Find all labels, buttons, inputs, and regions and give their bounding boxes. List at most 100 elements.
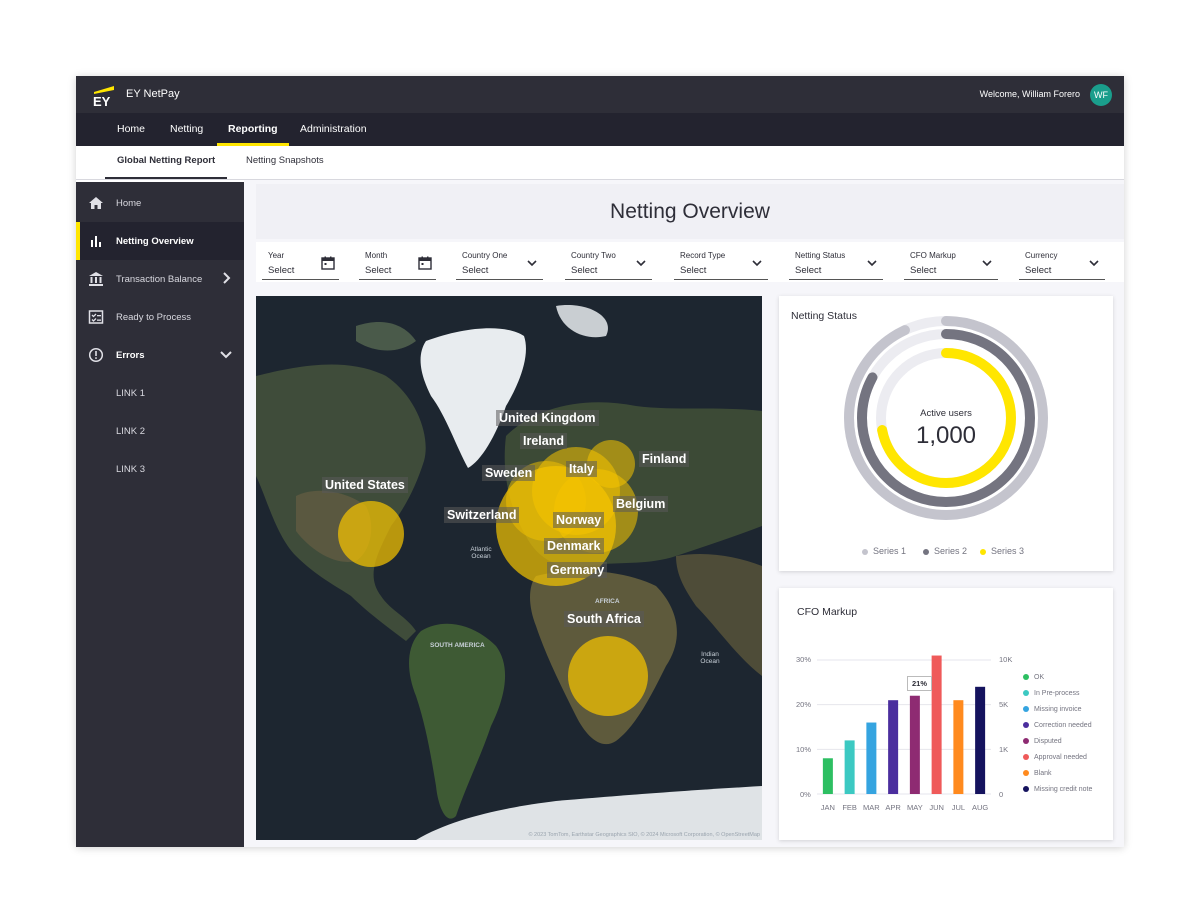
legend-item: Missing credit note	[1023, 786, 1092, 793]
y-tick-left: 20%	[796, 700, 812, 709]
filter-currency[interactable]: Currency Select	[1019, 248, 1105, 280]
nav-home[interactable]: Home	[117, 113, 145, 146]
map-region-label: Atlantic Ocean	[470, 546, 492, 560]
map-region-label: AFRICA	[595, 598, 620, 605]
y-tick-left: 30%	[796, 655, 812, 664]
cfo-markup-chart: JAN FEB MAR APR MAY JUN JUL AUG	[817, 655, 991, 812]
page-title: Netting Overview	[610, 200, 770, 223]
bar-tooltip: 21%	[907, 676, 933, 691]
main-content: Netting Overview Year Select Month Selec…	[244, 180, 1124, 847]
legend-label: In Pre-process	[1034, 690, 1080, 697]
y-tick-left: 0%	[800, 790, 811, 799]
bar-may[interactable]	[909, 695, 920, 794]
filter-value: Select	[365, 265, 392, 276]
bar-feb[interactable]	[844, 740, 855, 794]
legend-item: Approval needed	[1023, 754, 1087, 761]
filter-label: Currency	[1025, 251, 1058, 260]
legend-dot	[1023, 690, 1029, 697]
filter-record-type[interactable]: Record Type Select	[674, 248, 768, 280]
filter-value: Select	[268, 265, 295, 276]
map-background	[256, 296, 762, 840]
svg-text:EY: EY	[93, 94, 111, 107]
sidebar-item-label: Transaction Balance	[116, 274, 203, 285]
x-tick-label: AUG	[972, 803, 988, 812]
map-label: Switzerland	[444, 507, 520, 523]
sidebar-item-link-3[interactable]: LINK 3	[76, 450, 244, 488]
chevron-down-icon	[1089, 260, 1099, 267]
bar-jan[interactable]	[822, 758, 833, 794]
chevron-right-icon	[223, 272, 231, 284]
x-tick-label: MAR	[863, 803, 880, 812]
sidebar-item-link-2[interactable]: LINK 2	[76, 412, 244, 450]
legend-label: Correction needed	[1034, 722, 1092, 729]
filter-country-two[interactable]: Country Two Select	[565, 248, 652, 280]
legend-dot	[1023, 738, 1029, 745]
legend-dot	[1023, 722, 1029, 729]
nav-administration[interactable]: Administration	[300, 113, 367, 146]
y-tick-right: 10K	[999, 655, 1013, 664]
legend-label: Series 2	[934, 546, 968, 556]
donut-center-label: Active users	[920, 408, 972, 419]
legend-item: Correction needed	[1023, 722, 1092, 729]
legend-label: Missing credit note	[1034, 786, 1093, 793]
nav-netting[interactable]: Netting	[170, 113, 203, 146]
chevron-down-icon	[527, 260, 537, 267]
filter-value: Select	[680, 265, 707, 276]
sidebar: Home Netting Overview Transaction Balanc…	[76, 182, 244, 847]
map-label: Italy	[566, 461, 598, 477]
sidebar-item-label: Netting Overview	[116, 236, 194, 247]
bar-jul[interactable]	[953, 700, 964, 794]
map-label: Germany	[547, 562, 608, 578]
top-bar: EY EY NetPay Welcome, William Forero WF	[76, 76, 1124, 113]
world-map[interactable]: United Kingdom Ireland Sweden Italy Finl…	[256, 296, 762, 840]
legend-item: OK	[1023, 674, 1044, 681]
legend-series-2: Series 2	[923, 546, 967, 556]
alert-circle-icon	[88, 347, 104, 363]
sidebar-item-errors[interactable]: Errors	[76, 336, 244, 374]
calendar-icon	[418, 256, 432, 270]
avatar-initials: WF	[1094, 90, 1108, 100]
filter-bar: Year Select Month Select Country One Sel…	[256, 242, 1124, 282]
filter-cfo-markup[interactable]: CFO Markup Select	[904, 248, 998, 280]
sidebar-item-home[interactable]: Home	[76, 184, 244, 222]
filter-year[interactable]: Year Select	[262, 248, 339, 280]
map-label: Sweden	[482, 465, 536, 481]
checklist-icon	[88, 310, 104, 324]
tab-global-netting-report[interactable]: Global Netting Report	[105, 146, 228, 179]
bar-jun[interactable]	[931, 655, 942, 794]
home-icon	[89, 197, 103, 209]
bar-chart-icon	[91, 236, 101, 247]
title-bar: Netting Overview	[256, 184, 1124, 239]
avatar[interactable]: WF	[1090, 84, 1112, 106]
cfo-markup-card: CFO Markup JAN FEB MAR APR MAY JUN JUL AUG 30% …	[779, 588, 1113, 840]
chevron-down-icon	[220, 351, 232, 359]
map-label: Finland	[639, 451, 690, 467]
legend-label: OK	[1034, 674, 1045, 681]
nav-reporting[interactable]: Reporting	[217, 113, 289, 146]
sidebar-item-ready-to-process[interactable]: Ready to Process	[76, 298, 244, 336]
filter-month[interactable]: Month Select	[359, 248, 436, 280]
filter-label: Country One	[462, 251, 508, 260]
filter-label: CFO Markup	[910, 251, 956, 260]
tab-netting-snapshots[interactable]: Netting Snapshots	[246, 146, 324, 179]
app-name: EY NetPay	[126, 88, 180, 100]
filter-netting-status[interactable]: Netting Status Select	[789, 248, 883, 280]
bar-mar[interactable]	[866, 722, 877, 794]
x-tick-label: JUN	[929, 803, 944, 812]
bar-aug[interactable]	[975, 686, 986, 794]
sidebar-item-transaction-balance[interactable]: Transaction Balance	[76, 260, 244, 298]
map-label: South Africa	[564, 611, 644, 627]
filter-country-one[interactable]: Country One Select	[456, 248, 543, 280]
bar-apr[interactable]	[888, 700, 899, 794]
sidebar-item-label: LINK 1	[116, 388, 146, 399]
filter-value: Select	[1025, 265, 1052, 276]
legend-dot	[1023, 786, 1029, 793]
legend-dot	[1023, 674, 1029, 681]
legend-item: Disputed	[1023, 738, 1062, 745]
legend-item: Missing invoice	[1023, 706, 1081, 713]
sidebar-item-label: LINK 3	[116, 464, 146, 475]
sidebar-item-netting-overview[interactable]: Netting Overview	[76, 222, 244, 260]
sidebar-item-link-1[interactable]: LINK 1	[76, 374, 244, 412]
filter-label: Country Two	[571, 251, 616, 260]
chevron-down-icon	[867, 260, 877, 267]
